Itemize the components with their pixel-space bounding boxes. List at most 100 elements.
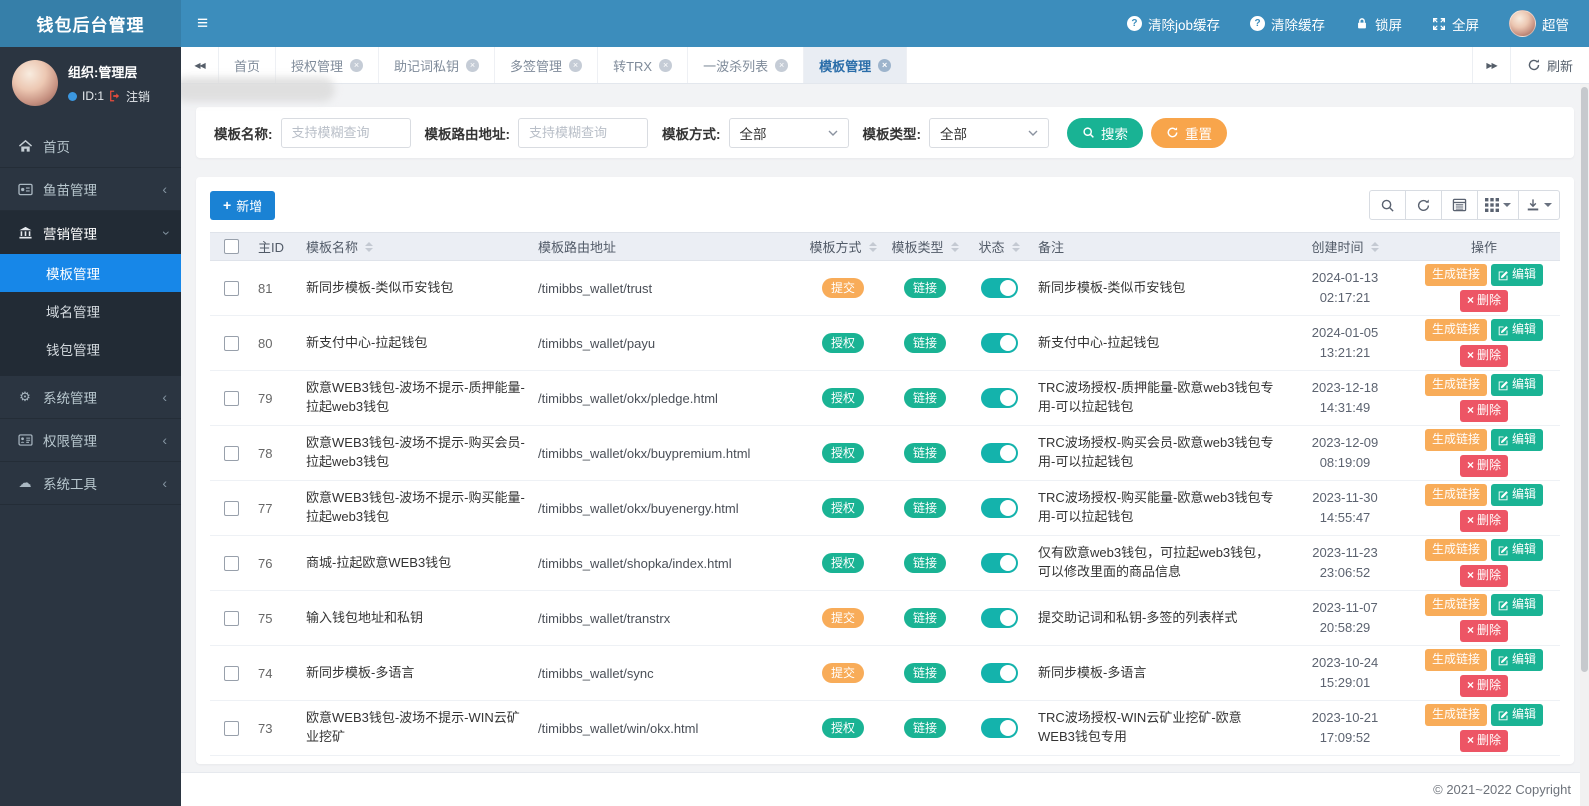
generate-link-button[interactable]: 生成链接 (1424, 429, 1487, 451)
scrollbar-thumb[interactable] (1581, 87, 1588, 672)
sidebar-toggle-icon[interactable]: ≡ (197, 14, 208, 33)
status-toggle[interactable] (980, 443, 1018, 463)
col-header-created[interactable]: 创建时间 (1311, 237, 1379, 256)
edit-button[interactable]: 编辑 (1491, 649, 1544, 671)
tab-close-icon[interactable]: × (878, 58, 892, 72)
tab-2[interactable]: 助记词私钥 × (379, 47, 496, 83)
row-checkbox[interactable] (223, 390, 239, 406)
template-route-input[interactable] (518, 117, 648, 148)
edit-button[interactable]: 编辑 (1491, 374, 1544, 396)
col-header-status[interactable]: 状态 (978, 237, 1020, 256)
status-toggle[interactable] (980, 388, 1018, 408)
template-name-input[interactable] (280, 117, 411, 148)
edit-button[interactable]: 编辑 (1491, 539, 1544, 561)
tab-close-icon[interactable]: × (659, 58, 673, 72)
tabs-scroll-right-button[interactable]: ▶▶ (1471, 47, 1510, 83)
sort-icon[interactable] (365, 241, 374, 252)
sort-icon[interactable] (1370, 241, 1379, 252)
delete-button[interactable]: × 删除 (1459, 510, 1509, 532)
sidebar-item-template-management[interactable]: 模板管理 (0, 254, 181, 292)
tab-close-icon[interactable]: × (775, 58, 789, 72)
delete-button[interactable]: × 删除 (1459, 565, 1509, 587)
edit-button[interactable]: 编辑 (1491, 594, 1544, 616)
col-header-route[interactable]: 模板路由地址 (532, 237, 802, 256)
sidebar-item-fry-management[interactable]: 鱼苗管理 ‹ (0, 168, 181, 211)
sidebar-item-marketing[interactable]: 营销管理 ‹ (0, 211, 181, 254)
columns-button[interactable] (1477, 190, 1519, 220)
col-header-remark[interactable]: 备注 (1032, 237, 1282, 256)
generate-link-button[interactable]: 生成链接 (1424, 319, 1487, 341)
tab-6[interactable]: 模板管理 × (804, 47, 908, 83)
generate-link-button[interactable]: 生成链接 (1424, 264, 1487, 286)
user-menu[interactable]: 超管 (1509, 10, 1569, 37)
tab-close-icon[interactable]: × (569, 58, 583, 72)
lock-screen-button[interactable]: 锁屏 (1355, 14, 1402, 34)
tab-close-icon[interactable]: × (466, 58, 480, 72)
row-checkbox[interactable] (223, 610, 239, 626)
generate-link-button[interactable]: 生成链接 (1424, 539, 1487, 561)
col-header-type[interactable]: 模板类型 (891, 237, 959, 256)
edit-button[interactable]: 编辑 (1491, 264, 1544, 286)
delete-button[interactable]: × 删除 (1459, 620, 1509, 642)
status-toggle[interactable] (980, 608, 1018, 628)
tab-refresh-button[interactable]: 刷新 (1509, 47, 1589, 83)
sidebar-item-system-tools[interactable]: ☁ 系统工具 ‹ (0, 462, 181, 505)
status-toggle[interactable] (980, 498, 1018, 518)
delete-button[interactable]: × 删除 (1459, 455, 1509, 477)
page-scrollbar[interactable] (1580, 84, 1589, 806)
status-toggle[interactable] (980, 553, 1018, 573)
table-refresh-button[interactable] (1405, 190, 1442, 220)
tab-3[interactable]: 多签管理 × (495, 47, 599, 83)
sort-icon[interactable] (868, 241, 877, 252)
edit-button[interactable]: 编辑 (1491, 319, 1544, 341)
reset-button[interactable]: 重置 (1151, 117, 1227, 148)
delete-button[interactable]: × 删除 (1459, 675, 1509, 697)
sidebar-item-wallet-management[interactable]: 钱包管理 (0, 330, 181, 368)
delete-button[interactable]: × 删除 (1459, 290, 1509, 312)
tab-5[interactable]: 一波杀列表 × (688, 47, 805, 83)
sort-icon[interactable] (950, 241, 959, 252)
export-button[interactable] (1518, 190, 1560, 220)
row-checkbox[interactable] (223, 665, 239, 681)
template-method-select[interactable]: 全部 (728, 117, 849, 148)
edit-button[interactable]: 编辑 (1491, 484, 1544, 506)
sidebar-item-home[interactable]: 首页 (0, 125, 181, 168)
status-toggle[interactable] (980, 333, 1018, 353)
col-header-name[interactable]: 模板名称 (306, 237, 374, 256)
tab-close-icon[interactable]: × (350, 58, 364, 72)
row-checkbox[interactable] (223, 720, 239, 736)
status-toggle[interactable] (980, 718, 1018, 738)
generate-link-button[interactable]: 生成链接 (1424, 649, 1487, 671)
logout-link[interactable]: 注销 (126, 88, 150, 105)
fullscreen-button[interactable]: 全屏 (1432, 14, 1479, 34)
status-toggle[interactable] (980, 663, 1018, 683)
edit-button[interactable]: 编辑 (1491, 429, 1544, 451)
col-header-id[interactable]: 主ID (252, 237, 300, 256)
row-checkbox[interactable] (223, 335, 239, 351)
sidebar-item-domain-management[interactable]: 域名管理 (0, 292, 181, 330)
tab-4[interactable]: 转TRX × (598, 47, 689, 83)
sidebar-item-system-management[interactable]: ⚙ 系统管理 ‹ (0, 376, 181, 419)
delete-button[interactable]: × 删除 (1459, 400, 1509, 422)
search-button[interactable]: 搜索 (1067, 117, 1143, 148)
delete-button[interactable]: × 删除 (1459, 345, 1509, 367)
col-header-method[interactable]: 模板方式 (809, 237, 877, 256)
template-type-select[interactable]: 全部 (929, 117, 1049, 148)
generate-link-button[interactable]: 生成链接 (1424, 704, 1487, 726)
table-search-button[interactable] (1369, 190, 1406, 220)
row-checkbox[interactable] (223, 445, 239, 461)
select-all-checkbox[interactable] (223, 239, 239, 254)
clear-job-cache-button[interactable]: ? 清除job缓存 (1126, 14, 1220, 34)
sidebar-item-permission-management[interactable]: 权限管理 ‹ (0, 419, 181, 462)
sort-icon[interactable] (1011, 241, 1020, 252)
add-button[interactable]: + 新增 (210, 190, 276, 220)
table-view-button[interactable] (1441, 190, 1478, 220)
row-checkbox[interactable] (223, 280, 239, 296)
status-toggle[interactable] (980, 278, 1018, 298)
delete-button[interactable]: × 删除 (1459, 730, 1509, 752)
row-checkbox[interactable] (223, 500, 239, 516)
generate-link-button[interactable]: 生成链接 (1424, 484, 1487, 506)
generate-link-button[interactable]: 生成链接 (1424, 374, 1487, 396)
row-checkbox[interactable] (223, 555, 239, 571)
edit-button[interactable]: 编辑 (1491, 704, 1544, 726)
